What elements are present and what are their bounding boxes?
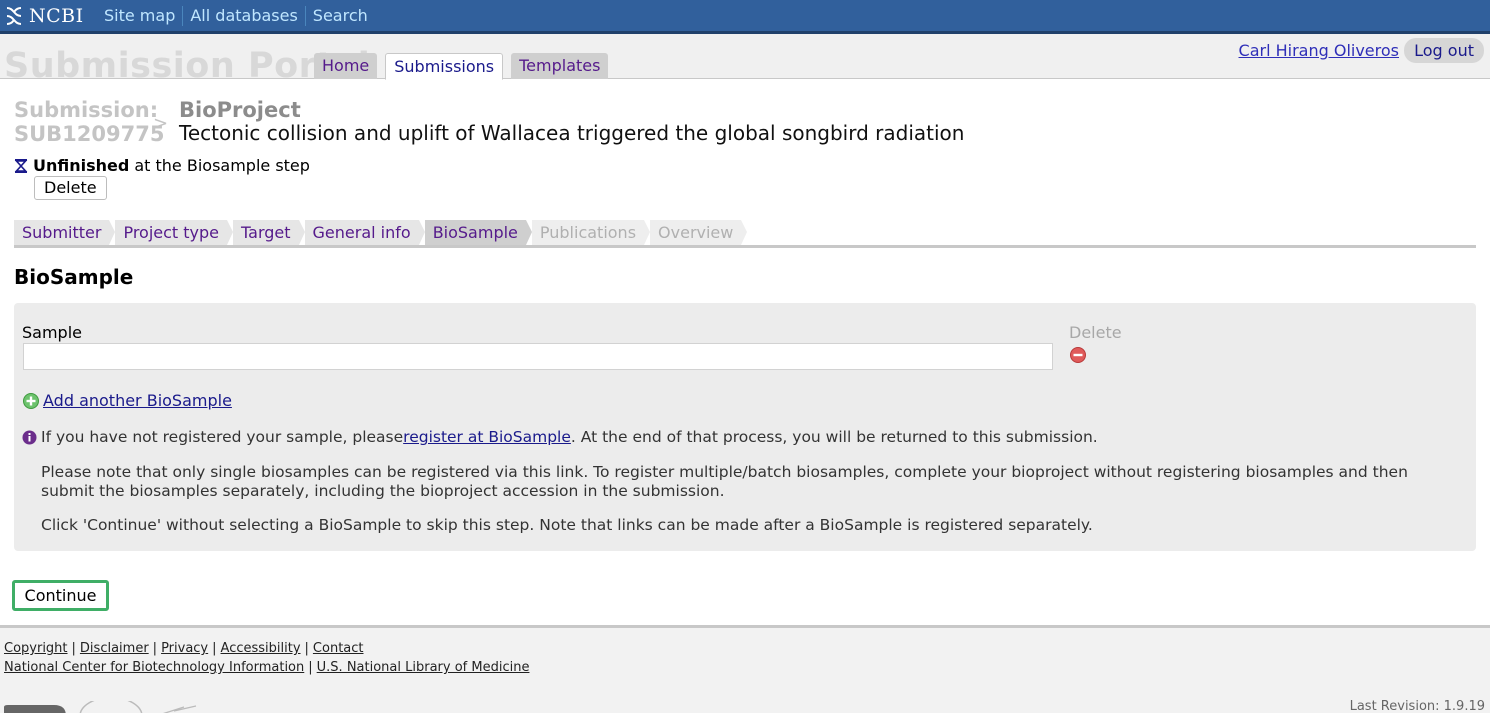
footer-logos <box>4 701 204 713</box>
ncbi-logo-text: NCBI <box>29 5 84 27</box>
continue-button[interactable]: Continue <box>12 580 109 611</box>
step-target[interactable]: Target <box>233 220 304 245</box>
delete-submission-button[interactable]: Delete <box>34 176 107 200</box>
submission-title: Tectonic collision and uplift of Wallace… <box>179 121 965 145</box>
info-message: If you have not registered your sample, … <box>22 428 1098 446</box>
step-submitter[interactable]: Submitter <box>14 220 116 245</box>
skip-note: Click 'Continue' without selecting a Bio… <box>41 516 1093 534</box>
disclaimer-link[interactable]: Disclaimer <box>80 641 149 656</box>
user-name-link[interactable]: Carl Hirang Oliveros <box>1239 41 1399 60</box>
tab-home[interactable]: Home <box>314 53 378 79</box>
submission-label: Submission: SUB1209775 <box>14 98 164 146</box>
status-bold: Unfinished <box>33 156 130 175</box>
remove-icon[interactable] <box>1070 347 1086 363</box>
privacy-link[interactable]: Privacy <box>161 641 208 656</box>
ncbi-top-bar: NCBI Site map All databases Search <box>0 0 1490 34</box>
ncbi-logo[interactable]: NCBI <box>4 4 84 28</box>
all-databases-link[interactable]: All databases <box>182 6 304 26</box>
step-general-info[interactable]: General info <box>304 220 425 245</box>
info-text-before: If you have not registered your sample, … <box>41 428 404 446</box>
accessibility-link[interactable]: Accessibility <box>221 641 301 656</box>
tab-submissions[interactable]: Submissions <box>385 53 504 80</box>
sample-input[interactable] <box>23 343 1053 370</box>
register-biosample-link[interactable]: register at BioSample <box>403 428 571 446</box>
batch-note: Please note that only single biosamples … <box>41 463 1408 500</box>
step-project-type[interactable]: Project type <box>115 220 233 245</box>
submission-status: Unfinished at the Biosample step <box>14 156 310 175</box>
info-icon <box>22 430 37 444</box>
add-biosample-row: Add another BioSample <box>23 391 232 410</box>
hourglass-icon <box>14 158 28 173</box>
last-revision: Last Revision: 1.9.19 <box>1349 699 1485 713</box>
footer: Copyright | Disclaimer | Privacy | Accessibili… <box>0 625 1490 713</box>
tab-templates[interactable]: Templates <box>511 53 609 79</box>
submission-type: BioProject <box>179 98 301 122</box>
submission-id: SUB1209775 <box>14 122 165 146</box>
wizard-steps: Submitter Project type Target General in… <box>14 220 1476 248</box>
breadcrumb-arrow: > <box>153 113 169 134</box>
footer-links: Copyright | Disclaimer | Privacy | Accessibili… <box>4 641 364 656</box>
add-biosample-link[interactable]: Add another BioSample <box>43 391 232 410</box>
portal-tabs: Home Submissions Templates <box>314 53 616 80</box>
ncbi-helix-icon <box>6 7 22 25</box>
status-text: at the Biosample step <box>134 156 310 175</box>
delete-column-label: Delete <box>1069 323 1122 342</box>
search-link[interactable]: Search <box>304 6 375 26</box>
add-icon[interactable] <box>23 392 39 409</box>
contact-link[interactable]: Contact <box>313 641 364 656</box>
info-text-after: . At the end of that process, you will b… <box>570 428 1098 446</box>
copyright-link[interactable]: Copyright <box>4 641 68 656</box>
portal-header: Submission Portal Home Submissions Templ… <box>0 34 1490 86</box>
step-biosample[interactable]: BioSample <box>424 220 533 245</box>
submission-label-text: Submission: <box>14 98 159 122</box>
step-overview: Overview <box>650 220 748 245</box>
top-nav: Site map All databases Search <box>97 6 375 26</box>
biosample-panel: Sample Delete Add another BioSample If y… <box>14 303 1476 551</box>
nlm-link[interactable]: U.S. National Library of Medicine <box>317 660 530 675</box>
site-map-link[interactable]: Site map <box>97 6 182 26</box>
sample-label: Sample <box>22 323 82 342</box>
footer-org-links: National Center for Biotechnology Inform… <box>4 660 530 675</box>
logout-button[interactable]: Log out <box>1404 38 1484 63</box>
agency-logos <box>4 701 197 713</box>
section-title: BioSample <box>14 265 134 289</box>
step-publications: Publications <box>531 220 651 245</box>
ncbi-link[interactable]: National Center for Biotechnology Inform… <box>4 660 304 675</box>
